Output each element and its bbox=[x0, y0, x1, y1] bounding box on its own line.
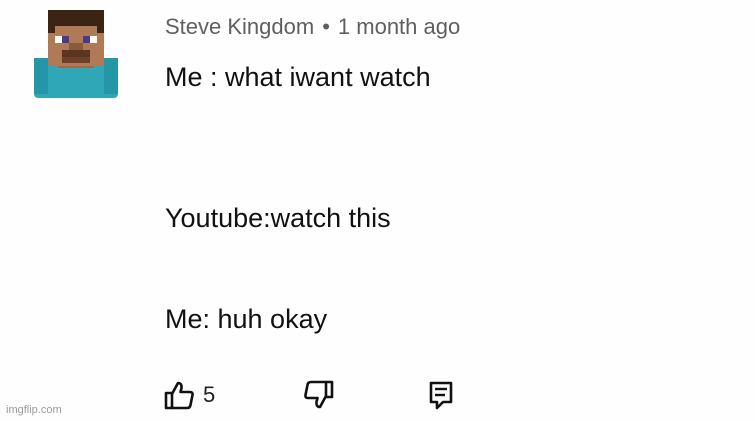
thumbs-down-icon bbox=[304, 380, 334, 409]
avatar[interactable] bbox=[28, 6, 124, 104]
comment-header: Steve Kingdom • 1 month ago bbox=[165, 14, 460, 40]
reply-button[interactable] bbox=[428, 380, 454, 410]
like-button[interactable]: 5 bbox=[163, 380, 215, 410]
comment-author[interactable]: Steve Kingdom bbox=[165, 14, 314, 39]
comment-thread-item: Steve Kingdom • 1 month ago Me : what iwan… bbox=[0, 0, 755, 421]
comment-text-line: Youtube:watch this bbox=[165, 203, 391, 233]
minecraft-steve-avatar-icon bbox=[34, 10, 118, 98]
watermark: imgflip.com bbox=[6, 404, 62, 416]
like-count: 5 bbox=[203, 382, 216, 407]
thumbs-up-icon bbox=[164, 381, 194, 410]
reply-comment-icon bbox=[429, 381, 453, 410]
dislike-button[interactable] bbox=[303, 380, 335, 410]
comment-timestamp[interactable]: 1 month ago bbox=[338, 14, 460, 39]
meta-separator: • bbox=[322, 14, 330, 39]
comment-text-line: Me : what iwant watch bbox=[165, 62, 431, 92]
comment-text-line: Me: huh okay bbox=[165, 304, 328, 334]
